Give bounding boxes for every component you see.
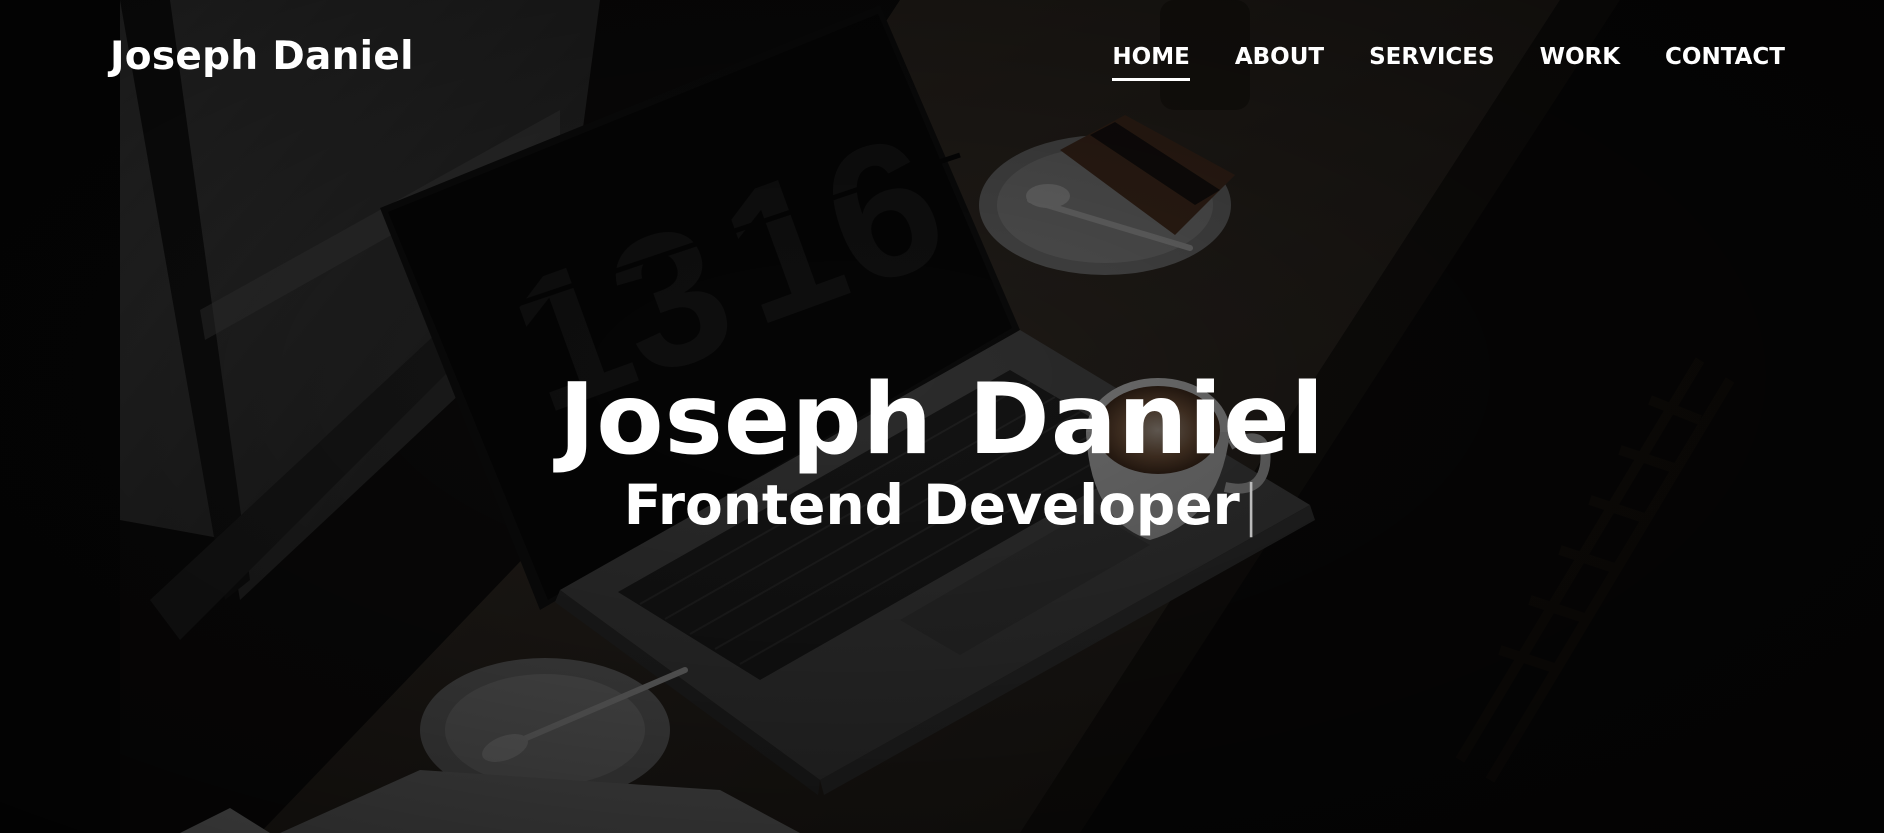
hero-subtitle-text: Frontend Developer: [623, 473, 1240, 537]
nav-item-home: HOME: [1112, 44, 1189, 70]
nav-item-services: SERVICES: [1369, 44, 1495, 70]
nav-menu: HOME ABOUT SERVICES WORK CONTACT: [1112, 44, 1785, 70]
nav-link-about[interactable]: ABOUT: [1235, 44, 1324, 80]
typing-caret: |: [1241, 473, 1261, 537]
hero-title: Joseph Daniel: [558, 362, 1326, 477]
brand-logo-link[interactable]: Joseph Daniel: [110, 34, 414, 79]
nav-link-contact[interactable]: CONTACT: [1665, 44, 1785, 80]
nav-item-contact: CONTACT: [1665, 44, 1785, 70]
nav-link-work[interactable]: WORK: [1540, 44, 1620, 80]
nav-link-home[interactable]: HOME: [1112, 44, 1189, 80]
nav-link-services[interactable]: SERVICES: [1369, 44, 1495, 80]
hero-subtitle: Frontend Developer|: [0, 478, 1884, 533]
navbar: Joseph Daniel HOME ABOUT SERVICES WORK C…: [0, 0, 1884, 120]
nav-item-work: WORK: [1540, 44, 1620, 70]
hero-section: 13 16: [0, 0, 1884, 833]
nav-item-about: ABOUT: [1235, 44, 1324, 70]
